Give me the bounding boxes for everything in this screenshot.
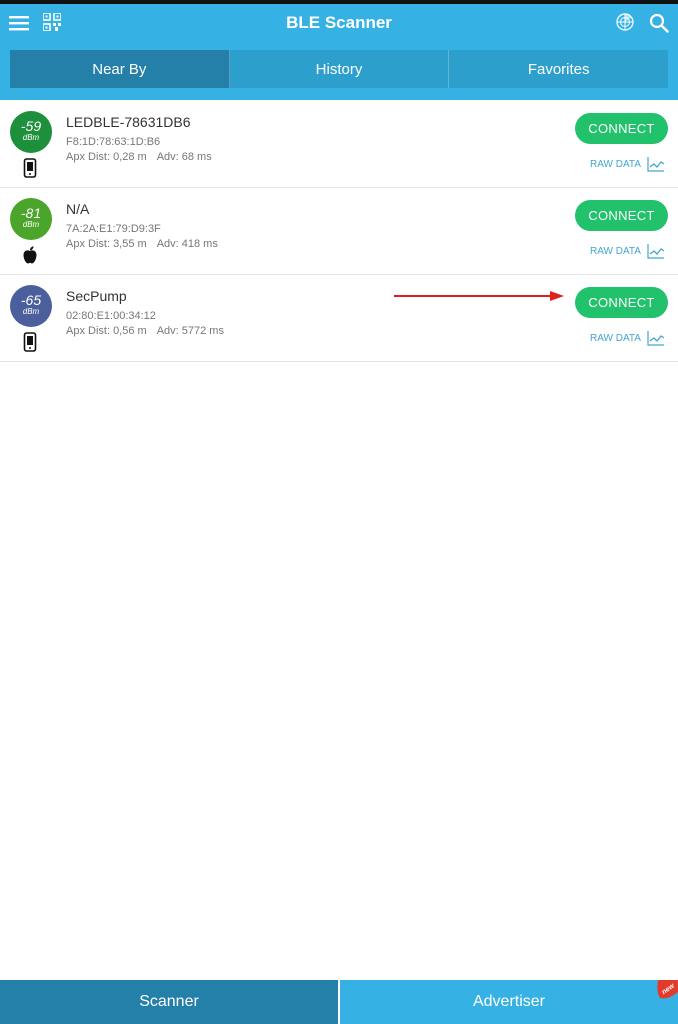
search-icon[interactable] <box>648 12 670 34</box>
device-adv: Adv: 418 ms <box>156 238 218 250</box>
raw-data-label: RAW DATA <box>590 158 641 170</box>
rssi-unit: dBm <box>22 307 40 316</box>
bottom-tab-scanner[interactable]: Scanner <box>0 980 338 1024</box>
device-name: N/A <box>66 201 90 217</box>
device-distance: Apx Dist: 0,28 m <box>66 151 147 163</box>
phone-icon <box>22 332 38 352</box>
device-row[interactable]: -65 dBm SecPump 02:80:E1:00:34:12 Apx Di… <box>0 275 678 362</box>
device-mac: 7A:2A:E1:79:D9:3F <box>66 223 161 235</box>
device-distance: Apx Dist: 0,56 m <box>66 325 147 337</box>
phone-icon <box>22 158 38 178</box>
raw-data-button[interactable]: RAW DATA <box>590 243 665 259</box>
connect-button[interactable]: CONNECT <box>575 200 668 231</box>
raw-data-button[interactable]: RAW DATA <box>590 156 665 172</box>
device-row[interactable]: -59 dBm LEDBLE-78631DB6 F8:1D:78:63:1D:B… <box>0 101 678 188</box>
rssi-value: -65 <box>20 292 42 308</box>
app-bar: BLE Scanner Near By History Favorites <box>0 4 678 100</box>
rssi-unit: dBm <box>22 220 40 229</box>
chart-icon <box>647 331 665 346</box>
device-info: Apx Dist: 0,28 m Adv: 68 ms <box>66 151 212 163</box>
device-row[interactable]: -81 dBm N/A 7A:2A:E1:79:D9:3F Apx Dist: … <box>0 188 678 275</box>
tab-favorites[interactable]: Favorites <box>449 50 668 88</box>
rssi-value: -59 <box>20 118 42 134</box>
bottom-nav: Scanner Advertiser <box>0 980 678 1024</box>
device-distance: Apx Dist: 3,55 m <box>66 238 147 250</box>
radar-icon[interactable] <box>615 12 635 32</box>
annotation-arrow <box>394 291 564 301</box>
tab-history[interactable]: History <box>230 50 450 88</box>
device-info: Apx Dist: 3,55 m Adv: 418 ms <box>66 238 218 250</box>
device-mac: F8:1D:78:63:1D:B6 <box>66 136 161 148</box>
device-mac: 02:80:E1:00:34:12 <box>66 310 156 322</box>
device-info: Apx Dist: 0,56 m Adv: 5772 ms <box>66 325 224 337</box>
rssi-badge: -81 dBm <box>10 198 52 240</box>
bottom-tab-advertiser[interactable]: Advertiser <box>338 980 678 1024</box>
rssi-badge: -65 dBm <box>10 285 52 327</box>
device-name: SecPump <box>66 288 127 304</box>
tab-bar: Near By History Favorites <box>10 50 668 88</box>
rssi-badge: -59 dBm <box>10 111 52 153</box>
rssi-unit: dBm <box>22 133 40 142</box>
app-title: BLE Scanner <box>286 13 392 32</box>
new-badge: new <box>657 980 678 999</box>
rssi-value: -81 <box>20 205 42 221</box>
apple-icon <box>22 245 38 265</box>
chart-icon <box>647 157 665 172</box>
raw-data-label: RAW DATA <box>590 332 641 344</box>
device-adv: Adv: 5772 ms <box>156 325 224 337</box>
connect-button[interactable]: CONNECT <box>575 113 668 144</box>
tab-near-by[interactable]: Near By <box>10 50 230 88</box>
raw-data-button[interactable]: RAW DATA <box>590 330 665 346</box>
connect-button[interactable]: CONNECT <box>575 287 668 318</box>
device-adv: Adv: 68 ms <box>156 151 212 163</box>
device-name: LEDBLE-78631DB6 <box>66 114 191 130</box>
raw-data-label: RAW DATA <box>590 245 641 257</box>
chart-icon <box>647 244 665 259</box>
